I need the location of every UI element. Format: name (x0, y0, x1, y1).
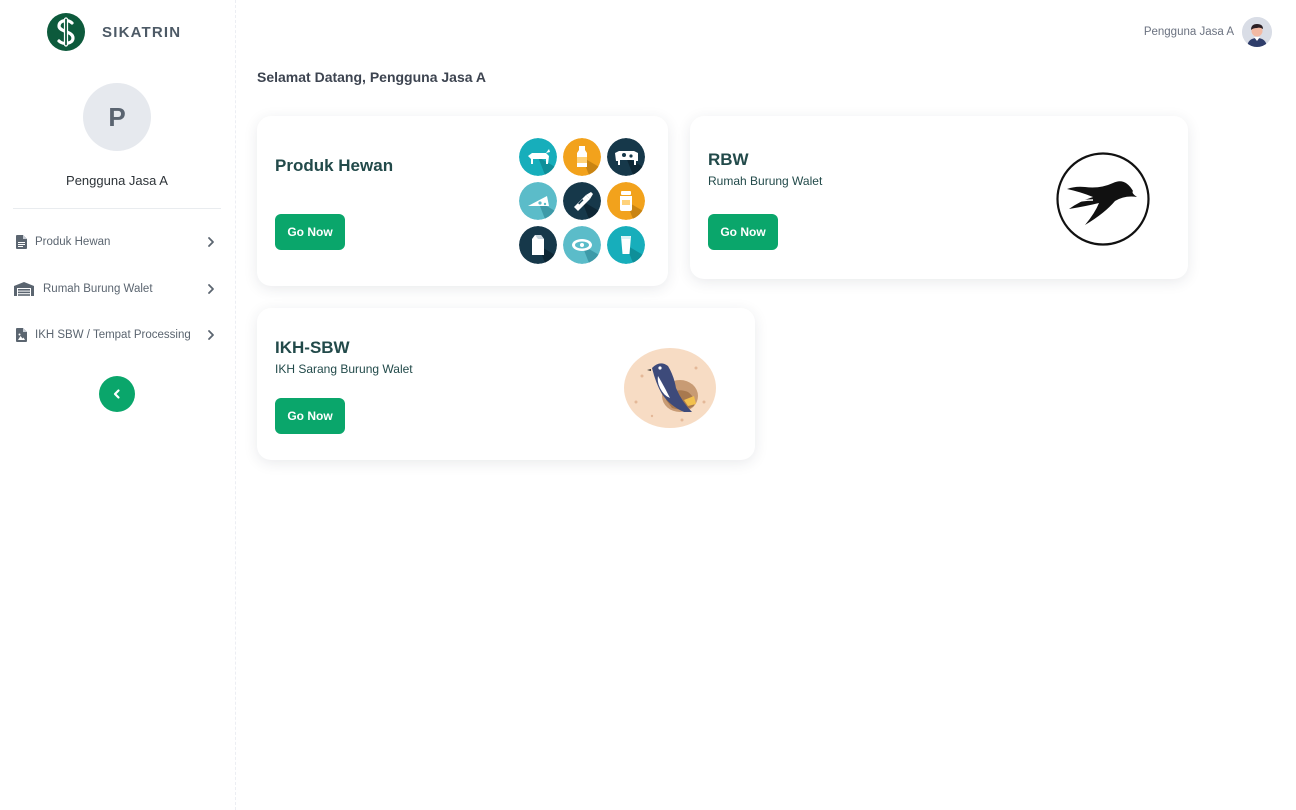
milk-glass-icon (607, 226, 645, 264)
profile-name: Pengguna Jasa A (66, 173, 168, 188)
topbar-user-name: Pengguna Jasa A (1143, 26, 1234, 38)
card-produk-hewan: Produk Hewan Go Now (257, 116, 668, 286)
sidebar-item-label: IKH SBW / Tempat Processing (35, 329, 191, 341)
swallow-logo-icon (1056, 152, 1150, 246)
animal-products-icon-grid (519, 138, 645, 264)
cow-icon (607, 138, 645, 176)
card-subtitle: IKH Sarang Burung Walet (275, 362, 413, 376)
card-ikh-sbw: IKH-SBW IKH Sarang Burung Walet Go Now (257, 308, 755, 460)
sidebar-collapse-button[interactable] (99, 376, 135, 412)
topbar-user-menu[interactable]: Pengguna Jasa A (1144, 17, 1272, 47)
user-avatar-icon (1242, 17, 1272, 47)
sidebar-item-rumah-burung-walet[interactable]: Rumah Burung Walet (13, 275, 221, 303)
card-subtitle: Rumah Burung Walet (708, 174, 823, 188)
meat-grinder-icon (563, 182, 601, 220)
go-now-button[interactable]: Go Now (708, 214, 778, 250)
card-title: RBW (708, 150, 749, 169)
welcome-heading: Selamat Datang, Pengguna Jasa A (257, 69, 486, 85)
swiftlet-nest-icon (624, 348, 716, 428)
go-now-button[interactable]: Go Now (275, 214, 345, 250)
go-now-button[interactable]: Go Now (275, 398, 345, 434)
sidebar-item-label: Rumah Burung Walet (43, 283, 153, 295)
sikatrin-logo-icon (47, 13, 85, 51)
chevron-right-icon (208, 284, 214, 294)
sidebar: SIKATRIN P Pengguna Jasa A Produk Hewan … (0, 0, 236, 810)
image-file-icon (13, 327, 29, 343)
milk-bottle-icon (563, 138, 601, 176)
card-title: IKH-SBW (275, 338, 350, 357)
profile-avatar: P (83, 83, 151, 151)
goat-icon (519, 138, 557, 176)
chevron-left-icon (113, 389, 120, 399)
sidebar-item-label: Produk Hewan (35, 236, 111, 248)
brand[interactable]: SIKATRIN (46, 12, 181, 52)
chevron-right-icon (208, 330, 214, 340)
document-icon (13, 234, 29, 250)
sidebar-item-ikh-sbw[interactable]: IKH SBW / Tempat Processing (13, 321, 221, 349)
cheese-icon (519, 182, 557, 220)
chevron-right-icon (208, 237, 214, 247)
brand-name: SIKATRIN (102, 23, 182, 41)
sidebar-divider (13, 208, 221, 209)
sidebar-item-produk-hewan[interactable]: Produk Hewan (13, 228, 221, 256)
card-rbw: RBW Rumah Burung Walet Go Now (690, 116, 1188, 279)
egg-bowl-icon (563, 226, 601, 264)
card-title: Produk Hewan (275, 156, 394, 175)
honey-jar-icon (607, 182, 645, 220)
milk-carton-icon (519, 226, 557, 264)
warehouse-icon (13, 281, 35, 297)
